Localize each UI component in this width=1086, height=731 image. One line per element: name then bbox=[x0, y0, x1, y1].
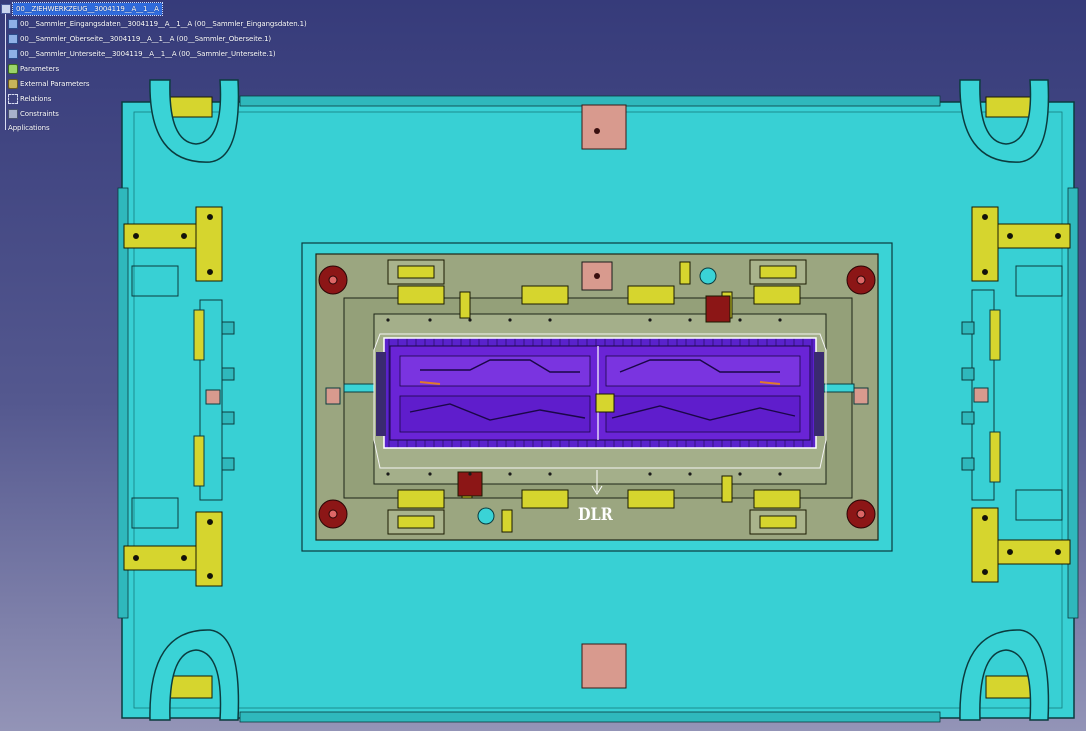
tree-root[interactable]: 00__ZIEHWERKZEUG__3004119__A__1__A bbox=[1, 2, 163, 16]
tree-item-label: External Parameters bbox=[20, 80, 90, 88]
tree-item-oberseite[interactable]: 00__Sammler_Oberseite__3004119__A__1__A … bbox=[8, 33, 271, 45]
tree-item-label: 00__Sammler_Eingangsdaten__3004119__A__1… bbox=[20, 20, 307, 28]
sensor-top bbox=[699, 267, 717, 285]
tree-item-unterseite[interactable]: 00__Sammler_Unterseite__3004119__A__1__A… bbox=[8, 48, 276, 60]
external-parameters-icon bbox=[8, 79, 18, 89]
tree-root-label: 00__ZIEHWERKZEUG__3004119__A__1__A bbox=[12, 2, 163, 16]
component-icon bbox=[8, 34, 18, 44]
tree-item-label: 00__Sammler_Unterseite__3004119__A__1__A… bbox=[20, 50, 276, 58]
tree-item-external-parameters[interactable]: External Parameters bbox=[8, 78, 90, 90]
component-icon bbox=[8, 19, 18, 29]
drawn-part[interactable] bbox=[376, 337, 824, 449]
constraints-icon bbox=[8, 109, 18, 119]
top-pad bbox=[581, 104, 627, 150]
sensor-bottom bbox=[477, 507, 495, 525]
component-icon bbox=[8, 49, 18, 59]
tree-item-label: Relations bbox=[20, 95, 52, 103]
tree-item-label: Parameters bbox=[20, 65, 60, 73]
tree-item-eingangsdaten[interactable]: 00__Sammler_Eingangsdaten__3004119__A__1… bbox=[8, 18, 307, 30]
parameters-icon bbox=[8, 64, 18, 74]
tree-item-label: Constraints bbox=[20, 110, 59, 118]
tree-item-constraints[interactable]: Constraints bbox=[8, 108, 59, 120]
tree-item-label: Applications bbox=[8, 124, 50, 132]
tree-item-relations[interactable]: Relations bbox=[8, 93, 51, 105]
relations-icon bbox=[8, 94, 18, 104]
tree-item-applications[interactable]: Applications bbox=[8, 122, 50, 134]
engraving-text: DLR bbox=[578, 505, 613, 525]
specification-tree[interactable]: 00__ZIEHWERKZEUG__3004119__A__1__A 00__S… bbox=[0, 0, 320, 140]
tree-item-label: 00__Sammler_Oberseite__3004119__A__1__A … bbox=[20, 35, 272, 43]
product-icon bbox=[1, 4, 11, 14]
tree-item-parameters[interactable]: Parameters bbox=[8, 63, 59, 75]
bottom-pad bbox=[581, 643, 627, 689]
